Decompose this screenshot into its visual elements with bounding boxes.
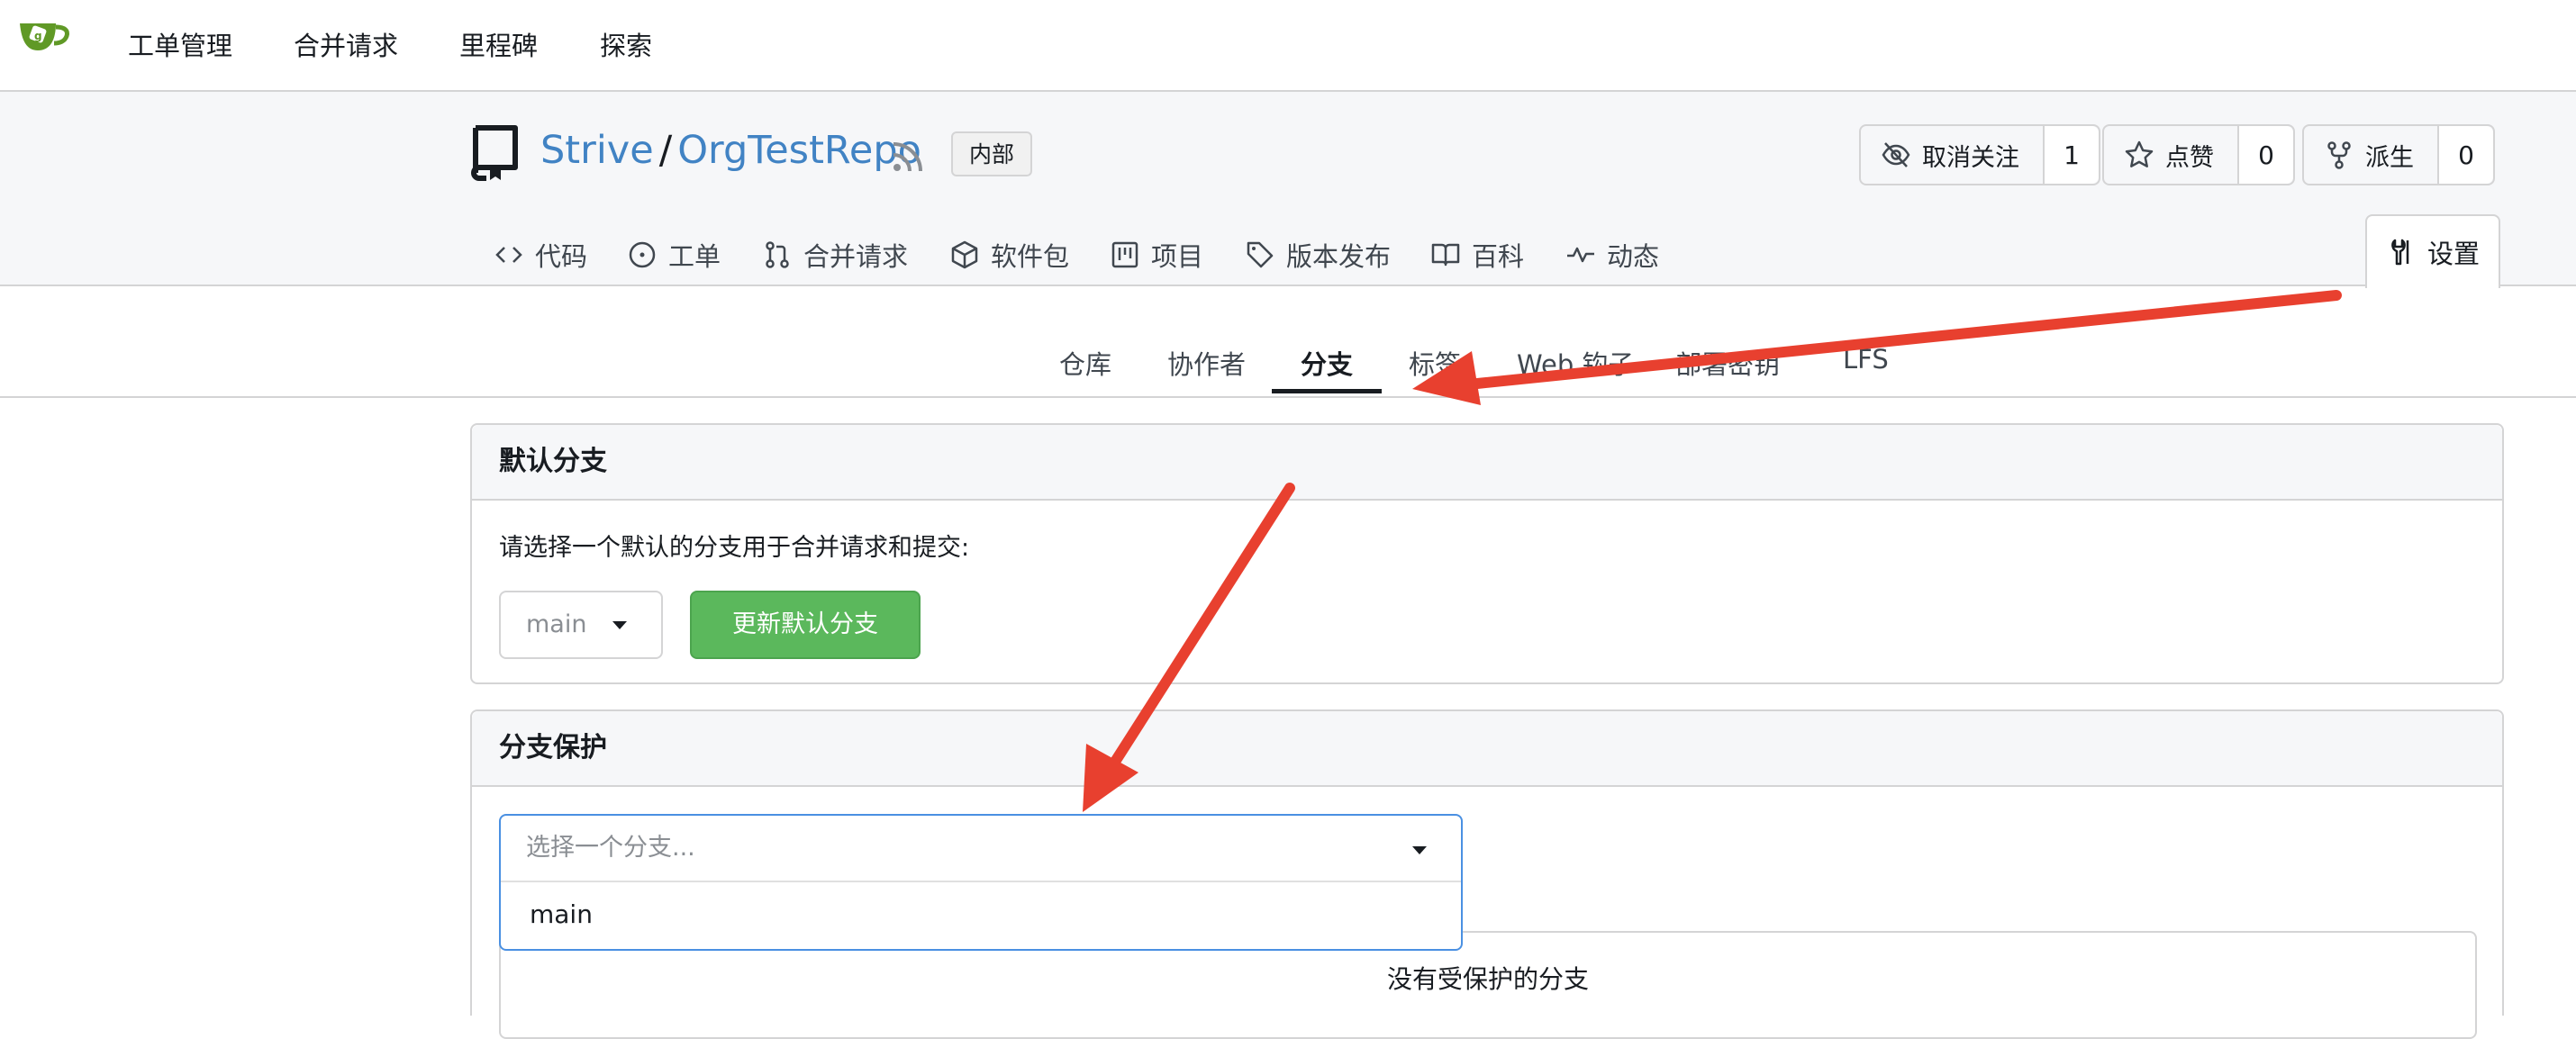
caret-down-icon: [612, 621, 627, 629]
package-icon: [951, 240, 978, 269]
default-branch-description: 请选择一个默认的分支用于合并请求和提交:: [499, 534, 970, 562]
caret-down-icon: [1412, 846, 1427, 854]
settings-submenu: 仓库 协作者 分支 标签 Web 钩子 部署密钥 LFS: [0, 286, 2576, 398]
tab-releases-label: 版本发布: [1286, 241, 1392, 272]
nav-explore[interactable]: 探索: [600, 25, 652, 63]
unwatch-button[interactable]: 取消关注 1: [1859, 124, 2100, 185]
visibility-badge: 内部: [951, 131, 1033, 176]
no-protected-branches-message: 没有受保护的分支: [1386, 964, 1589, 994]
star-count[interactable]: 0: [2239, 126, 2293, 184]
branch-protection-section: 分支保护 没有受保护的分支 选择一个分支... main: [470, 709, 2504, 1039]
tab-pull-requests-label: 合并请求: [803, 241, 909, 272]
tab-wiki-label: 百科: [1472, 241, 1525, 272]
nav-issues[interactable]: 工单管理: [128, 25, 232, 63]
repo-icon: [471, 125, 518, 181]
tab-packages-label: 软件包: [991, 241, 1070, 272]
star-label: 点赞: [2165, 143, 2214, 172]
update-default-branch-button[interactable]: 更新默认分支: [690, 591, 921, 659]
nav-milestones[interactable]: 里程碑: [459, 25, 538, 63]
tab-issues[interactable]: 工单: [627, 236, 721, 274]
svg-text:g: g: [34, 30, 42, 42]
nav-pull-requests[interactable]: 合并请求: [294, 25, 398, 63]
pulse-icon: [1567, 247, 1594, 263]
tab-code[interactable]: 代码: [494, 236, 587, 274]
fork-label: 派生: [2365, 143, 2414, 172]
repo-title-separator: /: [658, 128, 673, 173]
default-branch-selected: main: [526, 610, 587, 638]
submenu-repository[interactable]: 仓库: [1059, 344, 1111, 382]
branch-select-placeholder: 选择一个分支...: [526, 834, 695, 862]
repo-title: Strive / OrgTestRepo: [540, 128, 921, 173]
star-button[interactable]: 点赞 0: [2102, 124, 2295, 185]
fork-icon: [2327, 141, 2351, 169]
eye-slash-icon: [1882, 142, 1910, 167]
tools-icon: [2391, 239, 2409, 266]
top-navbar: g 工单管理 合并请求 里程碑 探索: [0, 0, 2576, 92]
star-icon: [2125, 140, 2154, 167]
default-branch-dropdown[interactable]: main: [499, 591, 663, 659]
tab-code-label: 代码: [535, 241, 588, 272]
branch-protection-header: 分支保护: [472, 711, 2502, 787]
repo-owner-link[interactable]: Strive: [540, 128, 654, 173]
code-icon: [495, 247, 522, 263]
branch-option-main[interactable]: main: [501, 882, 1461, 949]
submenu-collaborators[interactable]: 协作者: [1167, 344, 1246, 382]
repo-name-link[interactable]: OrgTestRepo: [677, 128, 921, 173]
watch-count[interactable]: 1: [2045, 126, 2099, 184]
tab-releases[interactable]: 版本发布: [1245, 236, 1391, 274]
book-icon: [1431, 243, 1460, 267]
rss-icon[interactable]: [890, 139, 926, 175]
branch-select-dropdown[interactable]: 选择一个分支... main: [499, 814, 1463, 951]
project-icon: [1111, 241, 1138, 268]
submenu-lfs[interactable]: LFS: [1843, 344, 1889, 375]
issue-icon: [629, 241, 656, 268]
submenu-deploy-keys[interactable]: 部署密钥: [1675, 344, 1780, 382]
default-branch-section: 默认分支 请选择一个默认的分支用于合并请求和提交: main 更新默认分支: [470, 423, 2504, 684]
fork-count[interactable]: 0: [2439, 126, 2493, 184]
tab-wiki[interactable]: 百科: [1430, 236, 1524, 274]
gitea-logo-icon[interactable]: g: [16, 14, 74, 58]
tab-packages[interactable]: 软件包: [949, 236, 1069, 274]
branch-select-input[interactable]: 选择一个分支...: [501, 816, 1461, 882]
tab-activity-label: 动态: [1607, 241, 1660, 272]
submenu-branches[interactable]: 分支: [1301, 344, 1353, 382]
fork-button[interactable]: 派生 0: [2302, 124, 2495, 185]
tab-issues-label: 工单: [668, 241, 721, 272]
tab-settings-label: 设置: [2426, 239, 2480, 269]
tab-activity[interactable]: 动态: [1565, 236, 1659, 274]
tab-pull-requests[interactable]: 合并请求: [762, 236, 908, 274]
unwatch-label: 取消关注: [1922, 143, 2019, 172]
default-branch-header: 默认分支: [472, 425, 2502, 501]
active-submenu-underline: [1272, 389, 1382, 393]
pull-request-icon: [766, 241, 789, 268]
repo-header: Strive / OrgTestRepo 内部 取消关注 1 点赞 0 派生 0…: [0, 92, 2576, 288]
submenu-tags[interactable]: 标签: [1409, 344, 1461, 382]
tag-icon: [1247, 241, 1274, 268]
tab-projects[interactable]: 项目: [1110, 236, 1203, 274]
tab-settings[interactable]: 设置: [2365, 214, 2500, 288]
submenu-webhooks[interactable]: Web 钩子: [1517, 344, 1634, 382]
tab-projects-label: 项目: [1151, 241, 1204, 272]
